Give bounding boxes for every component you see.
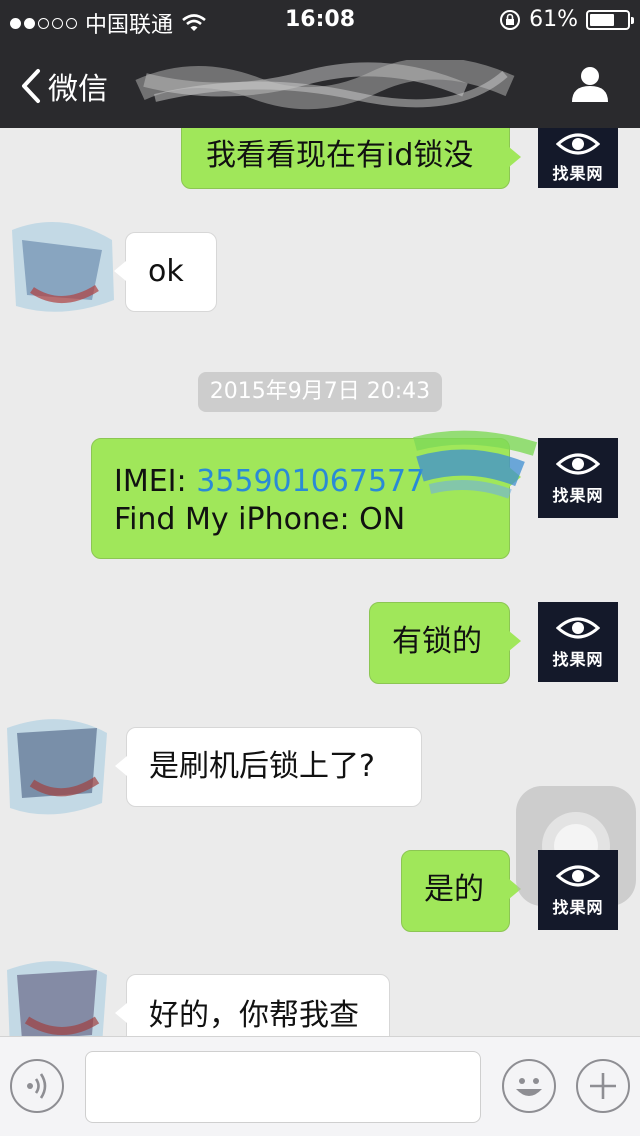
battery-icon [586,9,634,30]
plus-icon [590,1073,616,1099]
back-label: 微信 [48,72,108,107]
person-icon[interactable] [570,64,610,104]
message-input[interactable] [85,1051,481,1123]
message-text: 我看看现在有id锁没 [206,138,474,173]
sent-message-bubble[interactable]: 我看看现在有id锁没 [181,128,521,189]
find-my-iphone-line: Find My iPhone: ON [114,502,406,537]
avatar-label: 找果网 [552,650,604,669]
chat-area[interactable]: 我看看现在有id锁没 找果网 ok 2015年9月7日 20:43 IMEI: … [0,128,640,1036]
message-text: 是的 [424,872,484,907]
eye-icon [556,453,600,475]
more-button[interactable] [576,1059,630,1113]
status-bar: 中国联通 16:08 61% [0,0,640,40]
emoji-icon [516,1078,542,1096]
emoji-button[interactable] [502,1059,556,1113]
imei-label: IMEI: [114,464,197,499]
contact-avatar[interactable] [2,950,122,1036]
back-button[interactable]: 微信 [18,64,108,108]
avatar-label: 找果网 [552,486,604,505]
my-avatar[interactable]: 找果网 [538,438,618,518]
timestamp-label: 2015年9月7日 20:43 [198,372,442,412]
status-right: 61% [499,7,634,32]
eye-icon [556,617,600,639]
imei-link[interactable]: 355901067577 [196,464,425,499]
nav-bar: 微信 [0,40,640,128]
redaction-scribble [413,430,538,499]
contact-avatar[interactable] [2,210,122,320]
voice-button[interactable] [10,1059,64,1113]
message-text: 好的，你帮我查 [149,998,359,1033]
message-text: ok [148,254,184,289]
avatar-label: 找果网 [552,164,604,183]
chevron-left-icon [22,69,40,103]
redacted-title-scribble [135,60,515,110]
eye-icon [556,133,600,155]
voice-icon [27,1073,47,1099]
battery-percent: 61% [529,7,578,32]
rotation-lock-icon [500,9,521,30]
contact-avatar[interactable] [2,708,122,818]
my-avatar[interactable]: 找果网 [538,602,618,682]
received-message-bubble[interactable]: 好的，你帮我查 [115,974,390,1036]
sent-message-bubble[interactable]: 有锁的 [369,602,521,684]
received-message-bubble[interactable]: ok [114,232,217,312]
eye-icon [556,865,600,887]
received-message-bubble[interactable]: 是刷机后锁上了? [115,727,422,807]
message-text: 是刷机后锁上了? [149,749,375,784]
avatar-label: 找果网 [552,898,604,917]
my-avatar[interactable]: 找果网 [538,850,618,930]
message-text: 有锁的 [392,624,482,659]
my-avatar[interactable]: 找果网 [538,128,618,188]
input-bar [0,1036,640,1136]
sent-message-bubble[interactable]: 是的 [401,850,521,932]
